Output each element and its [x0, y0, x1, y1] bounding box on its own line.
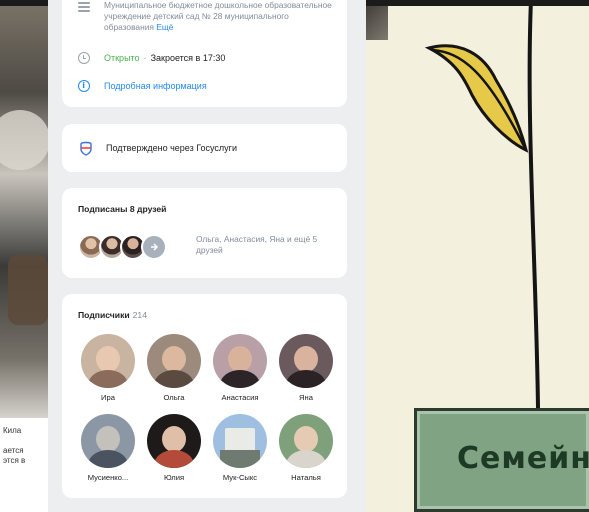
- friends-title: Подписаны 8 друзей: [78, 204, 167, 214]
- followers-count: 214: [132, 310, 147, 320]
- follower-name: Мук-Сыкс: [222, 473, 258, 482]
- left-caption-line: [3, 436, 45, 446]
- follower-name: Ольга: [163, 393, 185, 402]
- separator-dot: ·: [143, 53, 147, 63]
- follower-name: Яна: [299, 393, 313, 402]
- gosuslugi-label: Подтверждено через Госуслуги: [106, 143, 237, 153]
- gosuslugi-icon: [80, 141, 92, 156]
- details-row[interactable]: Подробная информация: [78, 80, 207, 92]
- more-friends-button[interactable]: [141, 234, 167, 260]
- follower-item[interactable]: Яна: [274, 334, 338, 402]
- avatar: [81, 334, 135, 388]
- follower-name: Юлия: [163, 473, 185, 482]
- avatar: [279, 414, 333, 468]
- gosuslugi-card[interactable]: Подтверждено через Госуслуги: [62, 124, 347, 172]
- board-title: Семейн: [457, 441, 589, 476]
- left-caption-line: Кила: [3, 426, 22, 435]
- open-status: Открыто: [104, 53, 140, 63]
- photo-detail: [0, 110, 48, 170]
- profile-column: Муниципальное бюджетное дошкольное образ…: [48, 0, 366, 512]
- avatar: [81, 414, 135, 468]
- details-link[interactable]: Подробная информация: [104, 81, 207, 91]
- list-icon: [78, 2, 90, 12]
- clock-icon: [78, 52, 90, 64]
- title-board: Семейн: [414, 408, 589, 512]
- friends-avatars[interactable]: [78, 234, 167, 260]
- follower-item[interactable]: Юлия: [142, 414, 206, 482]
- follower-name: Ира: [101, 393, 115, 402]
- followers-label: Подписчики: [78, 310, 130, 320]
- hours-row[interactable]: Открыто · Закроется в 17:30: [78, 52, 225, 64]
- follower-name: Анастасия: [221, 393, 259, 402]
- left-caption: Кила ается этся в: [0, 418, 48, 512]
- follower-name: Наталья: [291, 473, 321, 482]
- follower-item[interactable]: Анастасия: [208, 334, 272, 402]
- left-caption-line: этся в: [3, 456, 26, 465]
- avatar: [147, 414, 201, 468]
- photo-detail: [8, 255, 48, 325]
- avatar: [147, 334, 201, 388]
- info-card: Муниципальное бюджетное дошкольное образ…: [62, 0, 347, 107]
- follower-item[interactable]: Ира: [76, 334, 140, 402]
- avatar: [213, 334, 267, 388]
- avatar: [279, 334, 333, 388]
- followers-card: Подписчики 214 Ира Ольга Анастасия Яна М…: [62, 294, 347, 498]
- avatar: [213, 414, 267, 468]
- follower-name: Мусиенко...: [87, 473, 129, 482]
- left-caption-line: ается: [3, 446, 24, 455]
- follower-item[interactable]: Мук-Сыкс: [208, 414, 272, 482]
- follower-item[interactable]: Ольга: [142, 334, 206, 402]
- friends-names: Ольга, Анастасия, Яна и ещё 5 друзей: [196, 234, 318, 255]
- organization-text: Муниципальное бюджетное дошкольное образ…: [104, 0, 332, 32]
- follower-item[interactable]: Мусиенко...: [76, 414, 140, 482]
- info-icon: [78, 80, 90, 92]
- closing-time: Закроется в 17:30: [150, 53, 226, 63]
- follower-item[interactable]: Наталья: [274, 414, 338, 482]
- followers-title[interactable]: Подписчики 214: [78, 310, 147, 320]
- more-link[interactable]: Ещё: [156, 22, 173, 32]
- arrow-right-icon: [151, 243, 159, 251]
- organization-description: Муниципальное бюджетное дошкольное образ…: [104, 0, 336, 33]
- friends-card[interactable]: Подписаны 8 друзей Ольга, Анастасия, Яна…: [62, 188, 347, 278]
